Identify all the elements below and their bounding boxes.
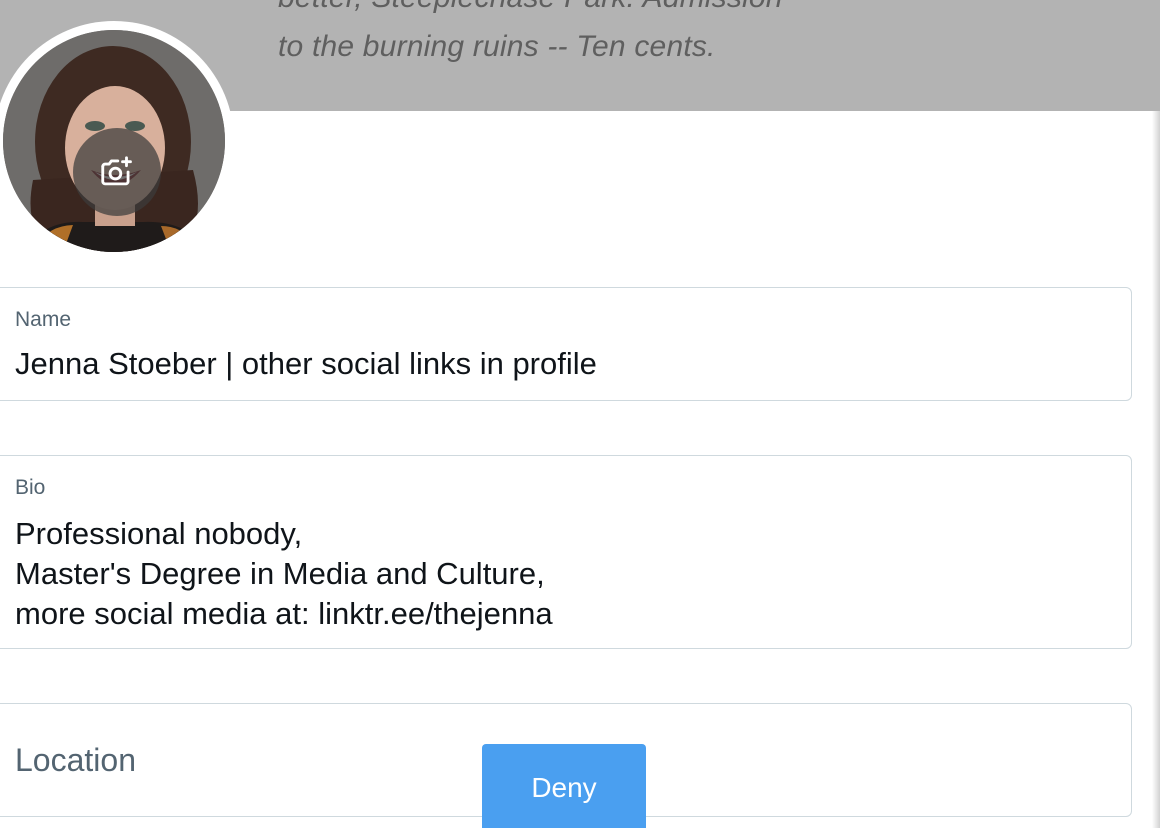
change-photo-button[interactable] — [73, 128, 161, 216]
location-input[interactable]: Location — [15, 742, 136, 779]
banner-text-line-1: better, Steeplechase Park. Admission — [278, 0, 783, 15]
name-input[interactable]: Jenna Stoeber | other social links in pr… — [15, 346, 597, 382]
bio-line: more social media at: linktr.ee/thejenna — [15, 596, 553, 631]
camera-plus-icon — [101, 156, 132, 186]
bio-line: Master's Degree in Media and Culture, — [15, 556, 545, 591]
bio-label: Bio — [15, 476, 46, 499]
bio-line: Professional nobody, — [15, 516, 303, 551]
edit-profile-page: better, Steeplechase Park. Admission to … — [0, 0, 1160, 828]
avatar[interactable] — [3, 30, 225, 252]
name-field[interactable]: Name Jenna Stoeber | other social links … — [0, 287, 1132, 401]
bio-textarea[interactable]: Professional nobody, Master's Degree in … — [15, 514, 553, 634]
bio-field[interactable]: Bio Professional nobody, Master's Degree… — [0, 455, 1132, 649]
modal-edge-shadow — [1152, 111, 1160, 828]
name-label: Name — [15, 308, 72, 331]
banner-text-line-2: to the burning ruins -- Ten cents. — [278, 30, 716, 63]
deny-button[interactable]: Deny — [482, 744, 646, 828]
